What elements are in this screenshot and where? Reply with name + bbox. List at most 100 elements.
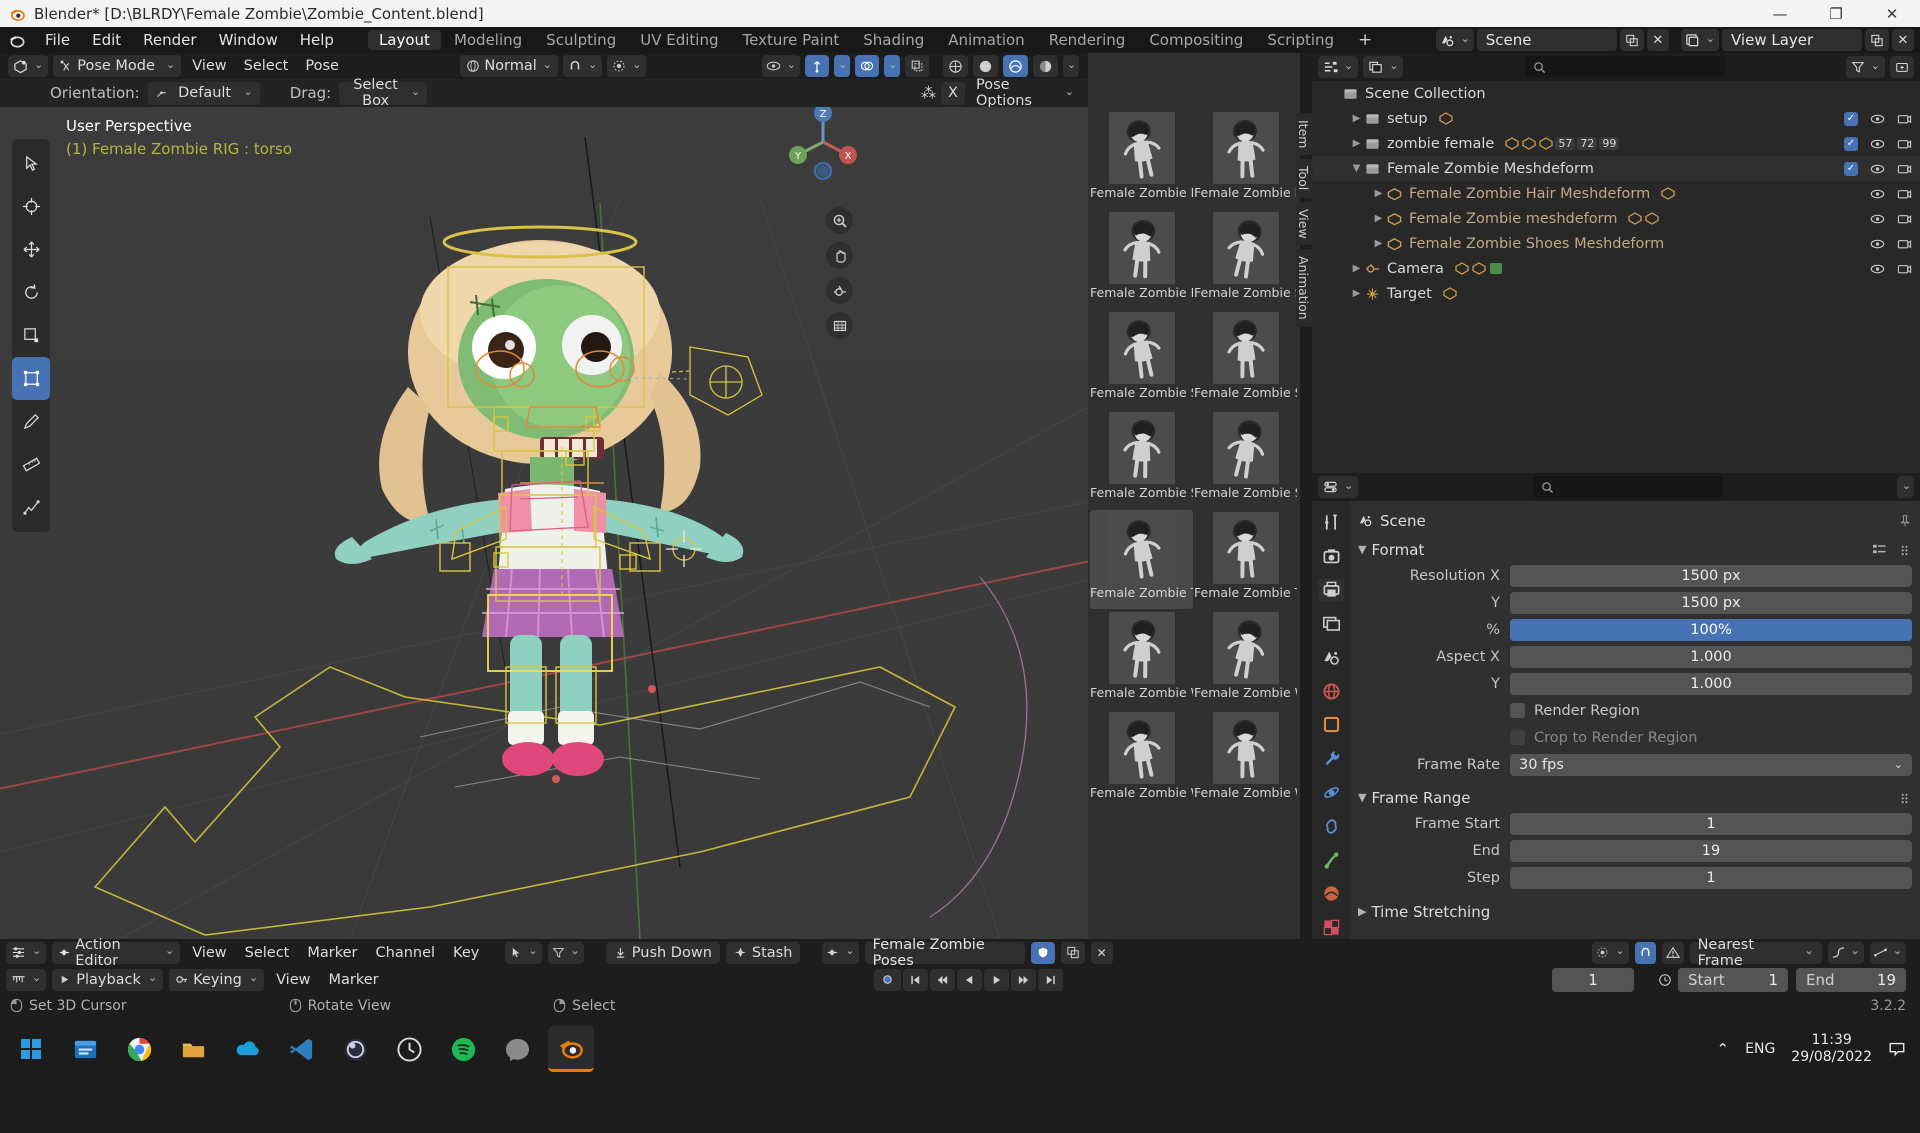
pose-asset-item[interactable]: Female Zombie Pointin...: [1090, 110, 1193, 209]
dopesheet-menu-select[interactable]: Select: [239, 942, 296, 964]
outliner-exclude-checkbox[interactable]: ✓: [1844, 162, 1858, 176]
constraint-tab[interactable]: [1318, 815, 1344, 838]
tweak-tool[interactable]: [12, 142, 50, 185]
format-panel-header[interactable]: ▼ Format: [1358, 536, 1912, 563]
shield-fake-user-icon[interactable]: [1031, 942, 1055, 964]
property-row[interactable]: Render Region: [1358, 698, 1912, 723]
property-row[interactable]: Y1.000: [1358, 671, 1912, 696]
eye-icon[interactable]: [1870, 263, 1885, 275]
vscode-icon[interactable]: [278, 1026, 324, 1072]
world-tab[interactable]: [1318, 680, 1344, 703]
workspace-tab-modeling[interactable]: Modeling: [443, 30, 533, 50]
viewport-sidebar-tabs[interactable]: Item Tool View Animation: [1296, 113, 1314, 327]
viewport-menu-select[interactable]: Select: [238, 55, 295, 77]
properties-content[interactable]: Scene ▼ Format Resolution X1500: [1350, 501, 1920, 939]
workspace-tab-layout[interactable]: Layout: [368, 30, 441, 50]
properties-tab-rail[interactable]: [1312, 501, 1350, 939]
outliner-row[interactable]: ▶zombie female577299✓: [1312, 131, 1920, 156]
pose-asset-item[interactable]: Female Zombie Pointin...: [1090, 210, 1193, 309]
shade-solid-icon[interactable]: [973, 55, 998, 77]
property-row[interactable]: Resolution X1500 px: [1358, 563, 1912, 588]
record-circle-icon[interactable]: [874, 969, 901, 991]
chrome-icon[interactable]: [116, 1026, 162, 1072]
outliner-row[interactable]: ▶Target: [1312, 281, 1920, 306]
output-tab[interactable]: [1318, 579, 1344, 602]
pan-hand-icon[interactable]: [826, 242, 853, 269]
outliner-row[interactable]: ▶Camera: [1312, 256, 1920, 281]
obs-studio-icon[interactable]: [332, 1026, 378, 1072]
property-checkbox[interactable]: [1510, 703, 1525, 718]
camera-render-icon[interactable]: [1897, 163, 1912, 175]
interpolation-icon[interactable]: [1828, 942, 1864, 964]
outliner-tree[interactable]: Scene Collection▶setup✓▶zombie female577…: [1312, 81, 1920, 473]
stash-button[interactable]: Stash: [726, 942, 801, 964]
blender-menu-icon[interactable]: [0, 31, 34, 49]
editor-type-dopesheet-icon[interactable]: [6, 942, 46, 964]
eye-icon[interactable]: [1870, 163, 1885, 175]
pose-grid-container[interactable]: Female Zombie Pointin...Female Zombie Po…: [1088, 53, 1300, 810]
shade-rendered-icon[interactable]: [1033, 55, 1058, 77]
outliner-badge-object-data-icon[interactable]: [1439, 112, 1453, 125]
property-row[interactable]: Frame Start1: [1358, 811, 1912, 836]
file-explorer-blue-icon[interactable]: [62, 1026, 108, 1072]
property-row[interactable]: Aspect X1.000: [1358, 644, 1912, 669]
x-icon[interactable]: ✕: [1647, 29, 1669, 51]
property-value-field[interactable]: 1500 px: [1510, 592, 1912, 614]
time-stretching-panel-header[interactable]: ▶ Time Stretching: [1358, 898, 1912, 925]
viewport-canvas[interactable]: User Perspective (1) Female Zombie RIG :…: [0, 107, 1088, 939]
proportional-edit-icon[interactable]: [1592, 942, 1628, 964]
proportional-edit-icon[interactable]: [607, 55, 646, 77]
outliner-display-mode-dropdown[interactable]: [1363, 56, 1403, 78]
taskbar-system-tray[interactable]: ⌃ ENG 11:39 29/08/2022: [1717, 1032, 1920, 1067]
outliner-badge-modifier-icon[interactable]: [1522, 137, 1536, 150]
timeline-menu-view[interactable]: View: [270, 969, 316, 991]
view-layer-icon[interactable]: [1681, 29, 1719, 51]
gizmo-options[interactable]: [834, 55, 850, 77]
outliner-badge-mesh-icon[interactable]: [1505, 137, 1519, 150]
taskbar-app-icons[interactable]: [0, 1026, 594, 1072]
pose-asset-item[interactable]: Female Zombie Walkin...: [1194, 610, 1297, 709]
transform-tool[interactable]: [12, 357, 50, 400]
move-tool[interactable]: [12, 228, 50, 271]
snap-magnet-icon[interactable]: [1635, 942, 1656, 964]
property-row[interactable]: Crop to Render Region: [1358, 725, 1912, 750]
eye-icon[interactable]: [1870, 113, 1885, 125]
outliner-exclude-checkbox[interactable]: ✓: [1844, 137, 1858, 151]
pose-asset-item[interactable]: Female Zombie Wavin...: [1194, 710, 1297, 809]
sidebar-tab-tool[interactable]: Tool: [1296, 159, 1313, 197]
scene-tab[interactable]: [1318, 646, 1344, 669]
rotate-tool[interactable]: [12, 271, 50, 314]
property-row[interactable]: End19: [1358, 838, 1912, 863]
editor-type-timeline-icon[interactable]: [6, 969, 46, 991]
property-row[interactable]: Step1: [1358, 865, 1912, 890]
property-value-field[interactable]: 19: [1510, 840, 1912, 862]
pose-options-dropdown[interactable]: Pose Options: [970, 82, 1080, 105]
shading-options[interactable]: [1063, 55, 1079, 77]
current-frame-field[interactable]: 1: [1552, 968, 1634, 992]
property-row[interactable]: Frame Rate30 fps⌄: [1358, 752, 1912, 777]
property-slider[interactable]: 100%: [1510, 619, 1912, 641]
object-tab[interactable]: [1318, 714, 1344, 737]
push-down-button[interactable]: Push Down: [606, 942, 720, 964]
frame-start-field[interactable]: Start 1: [1678, 968, 1788, 992]
data-tab[interactable]: [1318, 849, 1344, 872]
new-collection-icon[interactable]: [1890, 56, 1914, 78]
property-value-field[interactable]: 1.000: [1510, 646, 1912, 668]
outliner-expand-triangle[interactable]: ▶: [1370, 188, 1387, 199]
outliner-expand-triangle[interactable]: ▶: [1348, 138, 1365, 149]
outliner-badge-material-icon[interactable]: [1539, 137, 1553, 150]
pose-asset-item[interactable]: Female Zombie Walkin...: [1090, 610, 1193, 709]
close-pose-button[interactable]: X: [941, 82, 965, 105]
material-tab[interactable]: [1318, 882, 1344, 905]
dopesheet-menu-marker[interactable]: Marker: [301, 942, 363, 964]
dots-icon[interactable]: [1899, 543, 1912, 556]
outliner-row[interactable]: ▶Female Zombie Shoes Meshdeform: [1312, 231, 1920, 256]
property-value-field[interactable]: 1500 px: [1510, 565, 1912, 587]
outliner-badge-modifier-icon[interactable]: [1661, 187, 1675, 200]
preset-list-icon[interactable]: [1872, 543, 1887, 556]
outliner-row[interactable]: ▶Female Zombie Hair Meshdeform: [1312, 181, 1920, 206]
workspace-tab-rendering[interactable]: Rendering: [1038, 30, 1137, 50]
xray-toggle[interactable]: [905, 55, 929, 77]
pose-asset-item[interactable]: Female Zombie Scare 2: [1194, 310, 1297, 409]
scene-browse-icon[interactable]: [1436, 29, 1474, 51]
